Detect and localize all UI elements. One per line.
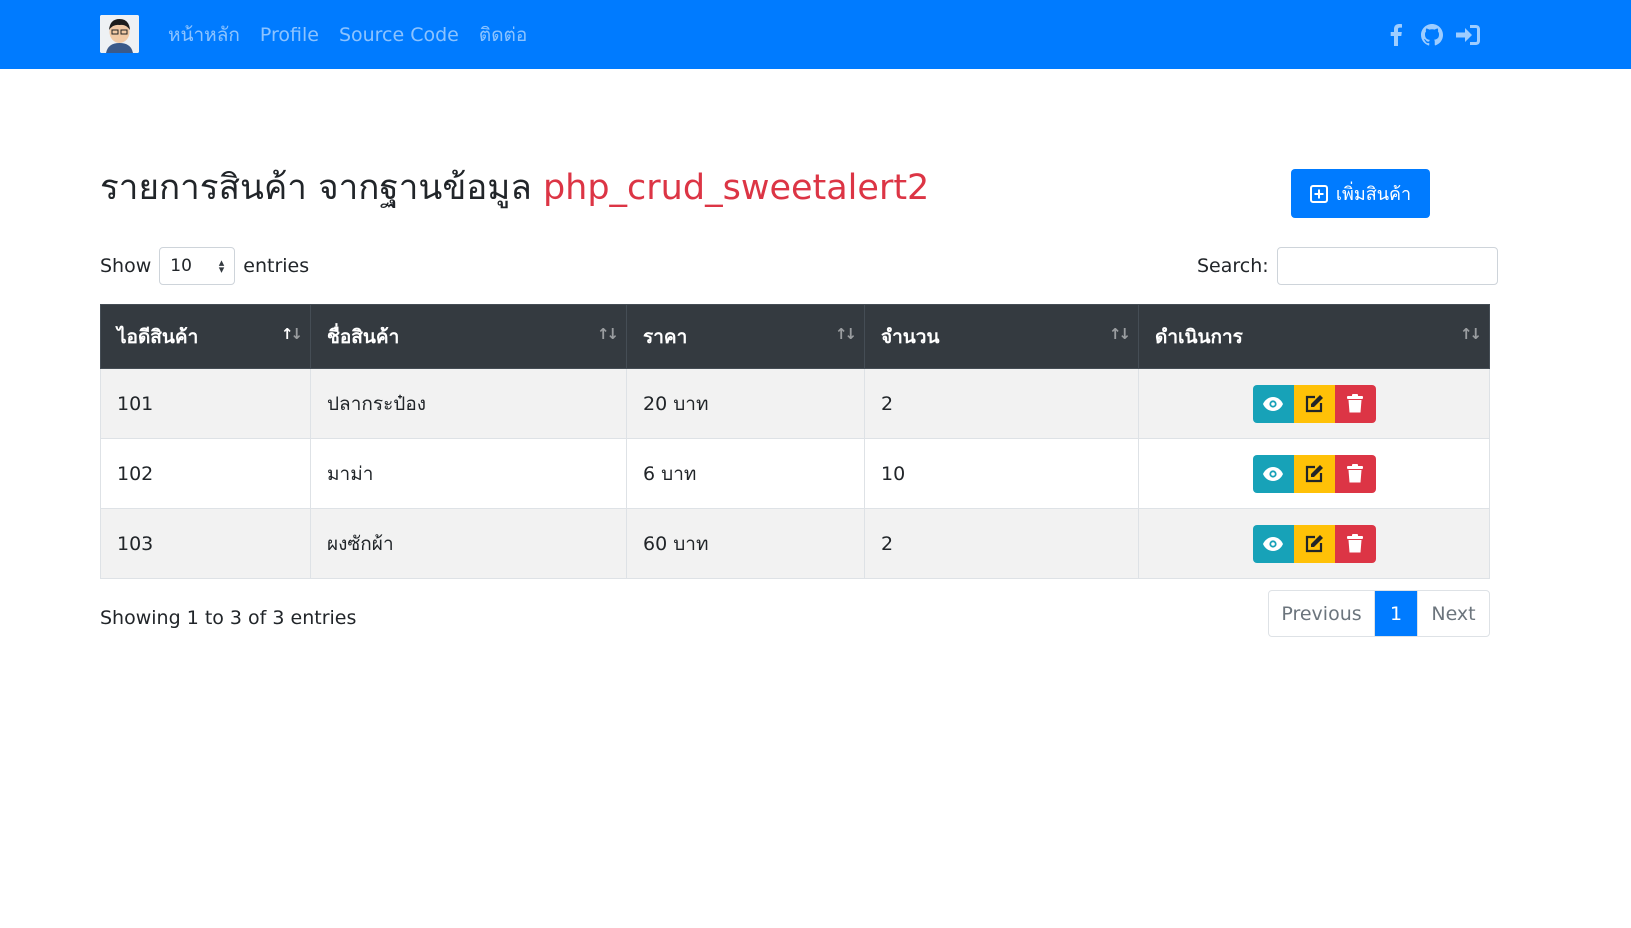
column-header-id[interactable]: ไอดีสินค้า ↑↓ bbox=[100, 304, 311, 369]
sort-icon: ↑↓ bbox=[280, 325, 303, 343]
nav-link-home[interactable]: หน้าหลัก bbox=[168, 20, 240, 50]
github-icon[interactable] bbox=[1418, 21, 1446, 49]
sort-icon: ↑↓ bbox=[1459, 325, 1482, 343]
edit-button[interactable] bbox=[1293, 524, 1335, 563]
trash-icon bbox=[1347, 534, 1363, 553]
eye-icon bbox=[1263, 466, 1283, 481]
column-header-actions[interactable]: ดำเนินการ ↑↓ bbox=[1138, 304, 1490, 369]
eye-icon bbox=[1263, 536, 1283, 551]
pagination-page-current[interactable]: 1 bbox=[1375, 591, 1417, 636]
column-header-name[interactable]: ชื่อสินค้า ↑↓ bbox=[310, 304, 627, 369]
trash-icon bbox=[1347, 464, 1363, 483]
page-title-text: รายการสินค้า จากฐานข้อมูล bbox=[100, 168, 532, 208]
sort-icon: ↑↓ bbox=[596, 325, 619, 343]
nav-link-source-code[interactable]: Source Code bbox=[339, 24, 459, 46]
table-row: 103 ผงซักผ้า 60 บาท 2 bbox=[100, 508, 1490, 579]
eye-icon bbox=[1263, 396, 1283, 411]
cell-price: 20 บาท bbox=[626, 368, 865, 439]
cell-price: 6 บาท bbox=[626, 438, 865, 509]
select-caret-icon: ▴ ▾ bbox=[218, 256, 225, 276]
cell-name: ปลากระป๋อง bbox=[310, 368, 627, 439]
entries-length-value: 10 bbox=[170, 256, 192, 276]
delete-button[interactable] bbox=[1334, 524, 1376, 563]
table-row: 101 ปลากระป๋อง 20 บาท 2 bbox=[100, 368, 1490, 439]
entries-length-control: Show 10 ▴ ▾ entries bbox=[100, 247, 309, 285]
pagination: Previous 1 Next bbox=[1268, 590, 1490, 637]
cell-name: ผงซักผ้า bbox=[310, 508, 627, 579]
pagination-next[interactable]: Next bbox=[1417, 591, 1489, 636]
page-title: รายการสินค้า จากฐานข้อมูล php_crud_sweet… bbox=[100, 160, 929, 215]
cell-qty: 2 bbox=[864, 508, 1139, 579]
cell-id: 101 bbox=[100, 368, 311, 439]
plus-square-icon bbox=[1309, 184, 1328, 203]
delete-button[interactable] bbox=[1334, 454, 1376, 493]
column-header-price[interactable]: ราคา ↑↓ bbox=[626, 304, 865, 369]
cell-qty: 10 bbox=[864, 438, 1139, 509]
cell-actions bbox=[1138, 508, 1490, 579]
nav-links: หน้าหลัก Profile Source Code ติดต่อ bbox=[168, 0, 547, 69]
add-product-label: เพิ่มสินค้า bbox=[1335, 184, 1412, 204]
sign-in-icon[interactable] bbox=[1454, 21, 1482, 49]
nav-link-contact[interactable]: ติดต่อ bbox=[479, 20, 527, 50]
navbar: หน้าหลัก Profile Source Code ติดต่อ bbox=[0, 0, 1631, 69]
view-button[interactable] bbox=[1252, 384, 1294, 423]
entries-label: entries bbox=[243, 255, 310, 277]
column-header-qty[interactable]: จำนวน ↑↓ bbox=[864, 304, 1139, 369]
brand-avatar[interactable] bbox=[100, 15, 139, 53]
show-label: Show bbox=[100, 255, 152, 277]
search-label: Search: bbox=[1197, 255, 1269, 277]
entries-length-select[interactable]: 10 ▴ ▾ bbox=[159, 247, 236, 285]
delete-button[interactable] bbox=[1334, 384, 1376, 423]
edit-icon bbox=[1305, 464, 1323, 482]
nav-link-profile[interactable]: Profile bbox=[260, 24, 319, 46]
cell-actions bbox=[1138, 368, 1490, 439]
edit-button[interactable] bbox=[1293, 454, 1335, 493]
view-button[interactable] bbox=[1252, 454, 1294, 493]
sort-icon: ↑↓ bbox=[834, 325, 857, 343]
facebook-icon[interactable] bbox=[1382, 21, 1410, 49]
database-name: php_crud_sweetalert2 bbox=[542, 168, 930, 208]
view-button[interactable] bbox=[1252, 524, 1294, 563]
cell-name: มาม่า bbox=[310, 438, 627, 509]
cell-id: 102 bbox=[100, 438, 311, 509]
table-row: 102 มาม่า 6 บาท 10 bbox=[100, 438, 1490, 509]
sort-icon: ↑↓ bbox=[1108, 325, 1131, 343]
edit-button[interactable] bbox=[1293, 384, 1335, 423]
products-table: ไอดีสินค้า ↑↓ ชื่อสินค้า ↑↓ ราคา ↑↓ จำนว… bbox=[100, 304, 1490, 579]
cell-actions bbox=[1138, 438, 1490, 509]
add-product-button[interactable]: เพิ่มสินค้า bbox=[1291, 169, 1430, 218]
table-header-row: ไอดีสินค้า ↑↓ ชื่อสินค้า ↑↓ ราคา ↑↓ จำนว… bbox=[100, 304, 1490, 369]
search-input[interactable] bbox=[1276, 247, 1498, 285]
edit-icon bbox=[1305, 394, 1323, 412]
nav-icons bbox=[1382, 0, 1490, 69]
search-control: Search: bbox=[1197, 247, 1498, 285]
pagination-previous[interactable]: Previous bbox=[1269, 591, 1375, 636]
cell-qty: 2 bbox=[864, 368, 1139, 439]
edit-icon bbox=[1305, 534, 1323, 552]
table-info: Showing 1 to 3 of 3 entries bbox=[100, 607, 357, 629]
trash-icon bbox=[1347, 394, 1363, 413]
cell-id: 103 bbox=[100, 508, 311, 579]
cell-price: 60 บาท bbox=[626, 508, 865, 579]
avatar-image bbox=[100, 15, 139, 53]
